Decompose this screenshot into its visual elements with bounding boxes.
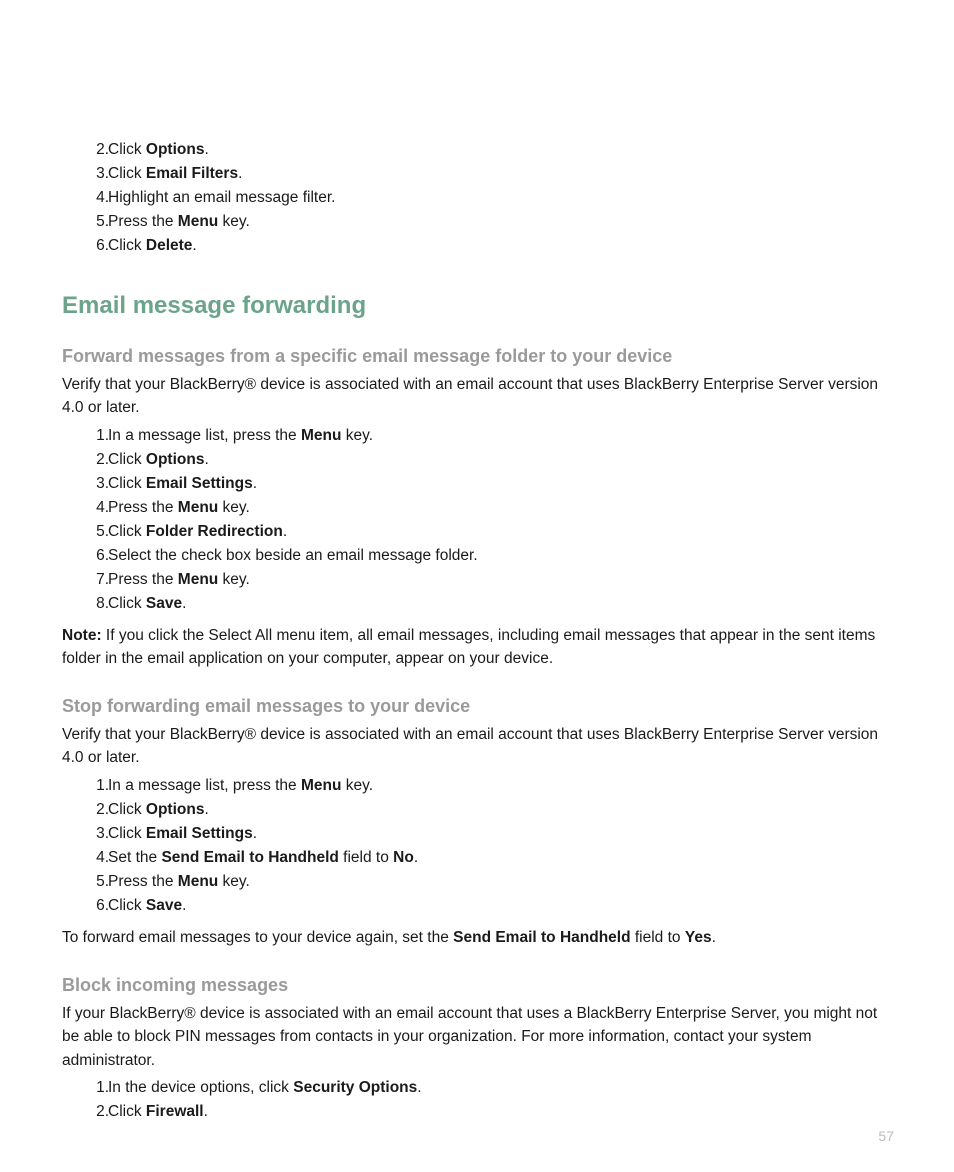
outro-paragraph: To forward email messages to your device… <box>62 926 894 949</box>
step-item: Click Options. <box>108 798 894 822</box>
step-item: Click Delete. <box>108 234 894 258</box>
heading-1: Email message forwarding <box>62 292 894 320</box>
step-item: In a message list, press the Menu key. <box>108 424 894 448</box>
intro-paragraph: Verify that your BlackBerry® device is a… <box>62 373 894 420</box>
step-item: In the device options, click Security Op… <box>108 1076 894 1100</box>
step-item: Press the Menu key. <box>108 870 894 894</box>
step-list: In a message list, press the Menu key.Cl… <box>62 424 894 616</box>
heading-2: Forward messages from a specific email m… <box>62 346 894 367</box>
step-item: Press the Menu key. <box>108 210 894 234</box>
sections-container: Forward messages from a specific email m… <box>62 346 894 1124</box>
intro-paragraph: If your BlackBerry® device is associated… <box>62 1002 894 1072</box>
page-number: 57 <box>878 1128 894 1144</box>
step-item: Click Firewall. <box>108 1100 894 1124</box>
step-item: Highlight an email message filter. <box>108 186 894 210</box>
step-item: Click Email Filters. <box>108 162 894 186</box>
step-item: Select the check box beside an email mes… <box>108 544 894 568</box>
step-item: Click Save. <box>108 894 894 918</box>
step-item: Set the Send Email to Handheld field to … <box>108 846 894 870</box>
document-page: Click Options.Click Email Filters.Highli… <box>0 0 954 1172</box>
step-item: Click Email Settings. <box>108 472 894 496</box>
step-item: Press the Menu key. <box>108 496 894 520</box>
step-item: Click Email Settings. <box>108 822 894 846</box>
step-item: Click Options. <box>108 448 894 472</box>
step-list-top: Click Options.Click Email Filters.Highli… <box>62 138 894 258</box>
step-list: In a message list, press the Menu key.Cl… <box>62 774 894 918</box>
step-item: Click Folder Redirection. <box>108 520 894 544</box>
heading-2: Stop forwarding email messages to your d… <box>62 696 894 717</box>
step-item: Press the Menu key. <box>108 568 894 592</box>
intro-paragraph: Verify that your BlackBerry® device is a… <box>62 723 894 770</box>
outro-paragraph: Note: If you click the Select All menu i… <box>62 624 894 671</box>
heading-2: Block incoming messages <box>62 975 894 996</box>
step-list: In the device options, click Security Op… <box>62 1076 894 1124</box>
step-item: In a message list, press the Menu key. <box>108 774 894 798</box>
step-item: Click Save. <box>108 592 894 616</box>
step-item: Click Options. <box>108 138 894 162</box>
